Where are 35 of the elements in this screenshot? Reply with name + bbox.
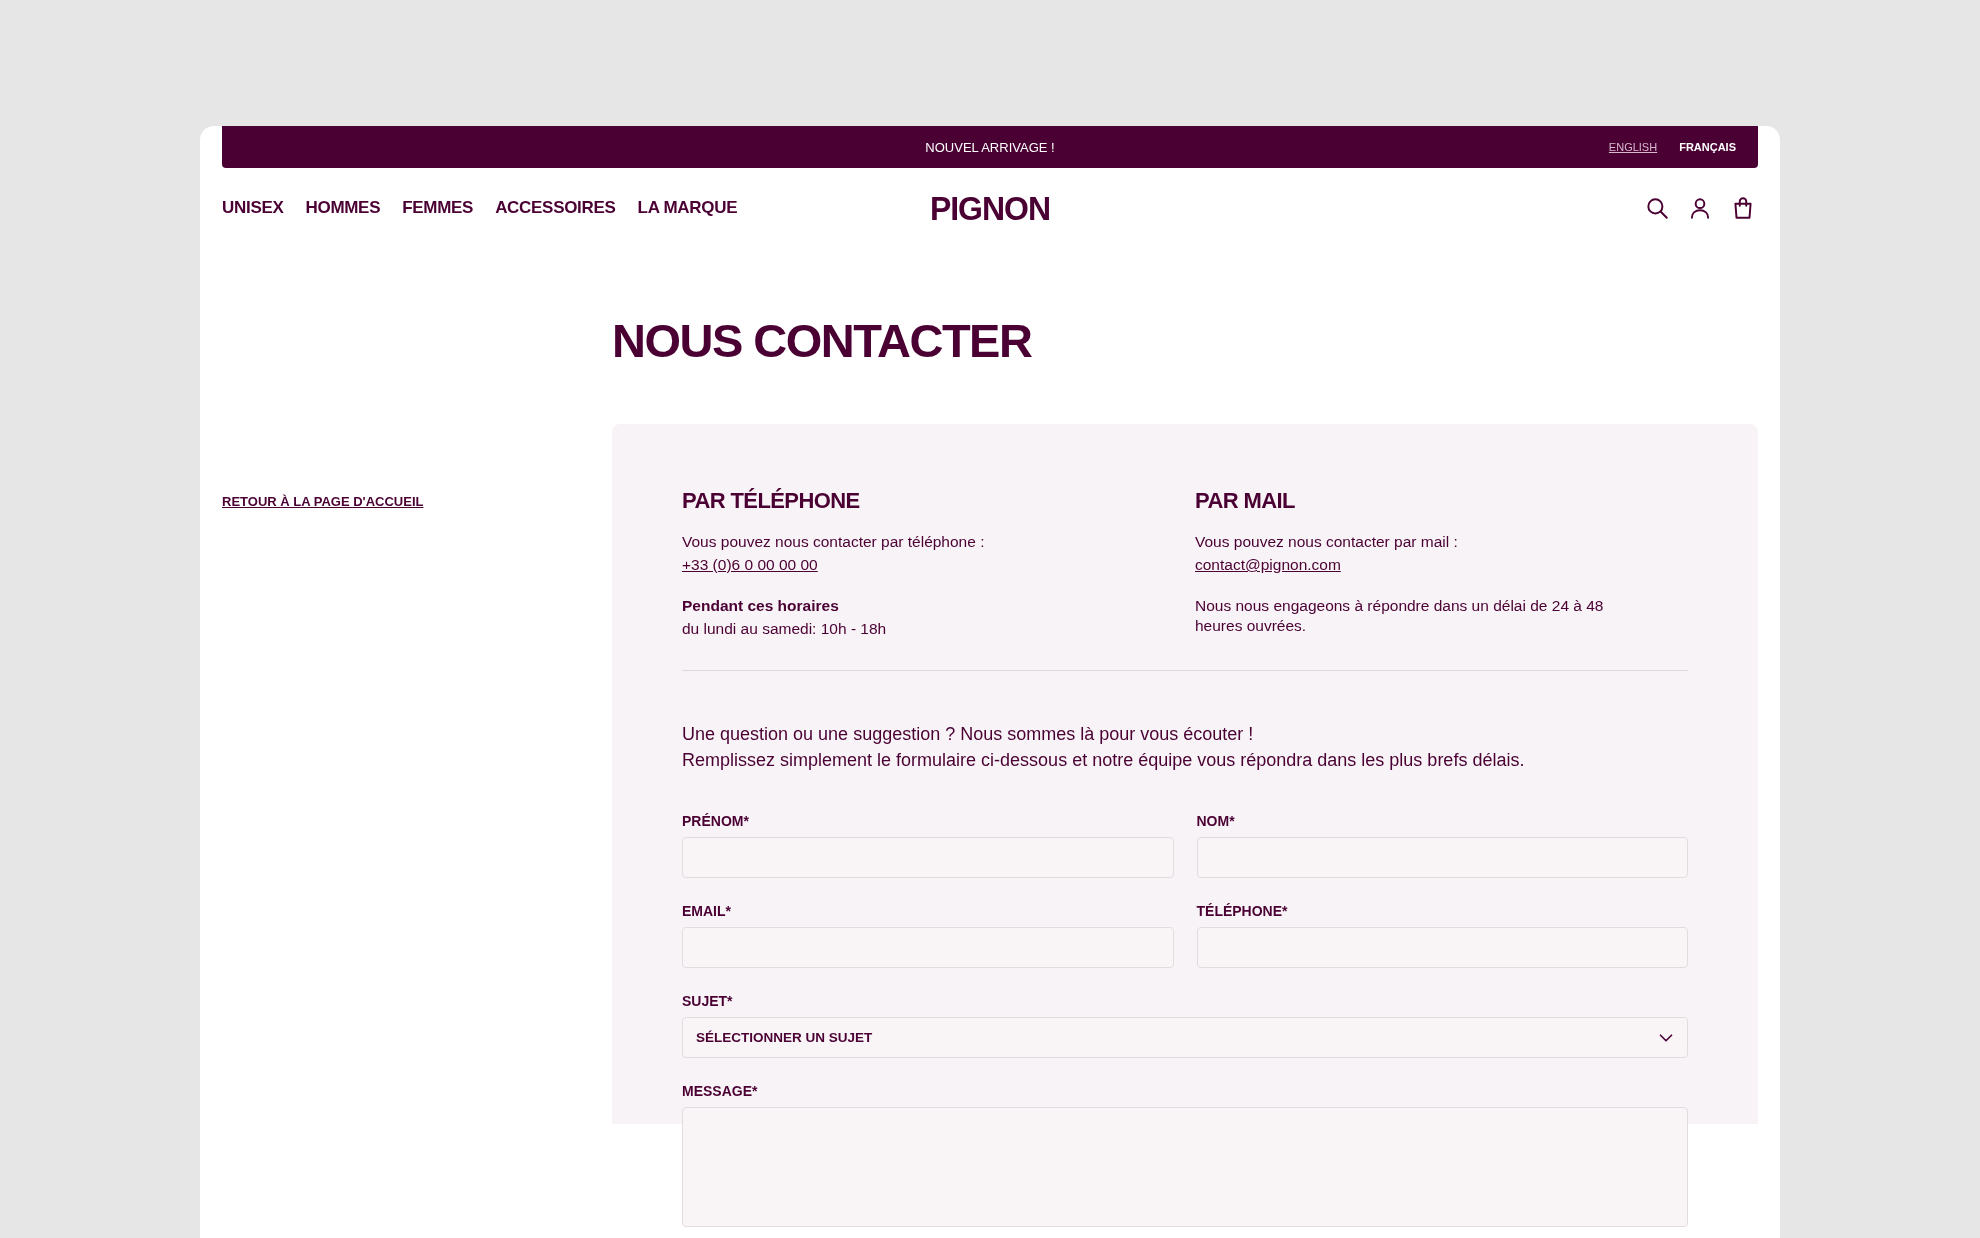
field-label: TÉLÉPHONE* [1196,903,1289,919]
language-link[interactable]: FRANÇAIS [1679,141,1736,153]
input-field[interactable] [1196,927,1688,968]
logo[interactable]: PIGNON [929,188,1051,228]
hours-title: Pendant ces horaires [682,596,840,616]
field-label: EMAIL* [682,903,732,919]
form-intro-text: Remplissez simplement le formulaire ci-dessous et notre équipe vous répondra dans les plus brefs délais. [682,749,1526,772]
back-link[interactable]: RETOUR À LA PAGE D'ACCUEIL [222,494,424,509]
section-heading: PAR MAIL [1195,488,1296,514]
field-label: NOM* [1196,813,1236,829]
nav-link[interactable]: ACCESSOIRES [495,198,616,218]
nav-link[interactable]: UNISEX [222,198,284,218]
input-field[interactable] [682,837,1174,878]
input-field[interactable] [1196,837,1688,878]
message-field[interactable] [682,1107,1688,1227]
section-heading: PAR TÉLÉPHONE [682,488,861,514]
search-icon[interactable] [1644,195,1670,221]
page-title: NOUS CONTACTER [612,316,1033,366]
announcement-text: NOUVEL ARRIVAGE ! [925,139,1055,155]
nav-link[interactable]: LA MARQUE [637,198,738,218]
field-label: MESSAGE* [682,1083,759,1099]
subject-dropdown[interactable]: SÉLECTIONNER UN SUJET [682,1017,1688,1058]
input-field[interactable] [682,927,1174,968]
note-text: du lundi au samedi: 10h - 18h [682,619,888,639]
field-label: SUJET* [682,993,734,1009]
contact-text: Vous pouvez nous contacter par mail : [1195,532,1459,552]
contact-text: Vous pouvez nous contacter par téléphone : [682,532,986,552]
contact-link[interactable]: contact@pignon.com [1195,555,1341,575]
note-text: Nous nous engageons à répondre dans un délai de 24 à 48 heures ouvrées. [1195,596,1605,636]
field-label: PRÉNOM* [682,813,750,829]
form-intro-text: Une question ou une suggestion ? Nous sommes là pour vous écouter ! [682,723,1255,746]
nav-link[interactable]: FEMMES [402,198,474,218]
contact-link[interactable]: +33 (0)6 0 00 00 00 [682,555,818,575]
nav-link[interactable]: HOMMES [305,198,381,218]
language-link[interactable]: ENGLISH [1608,141,1658,153]
